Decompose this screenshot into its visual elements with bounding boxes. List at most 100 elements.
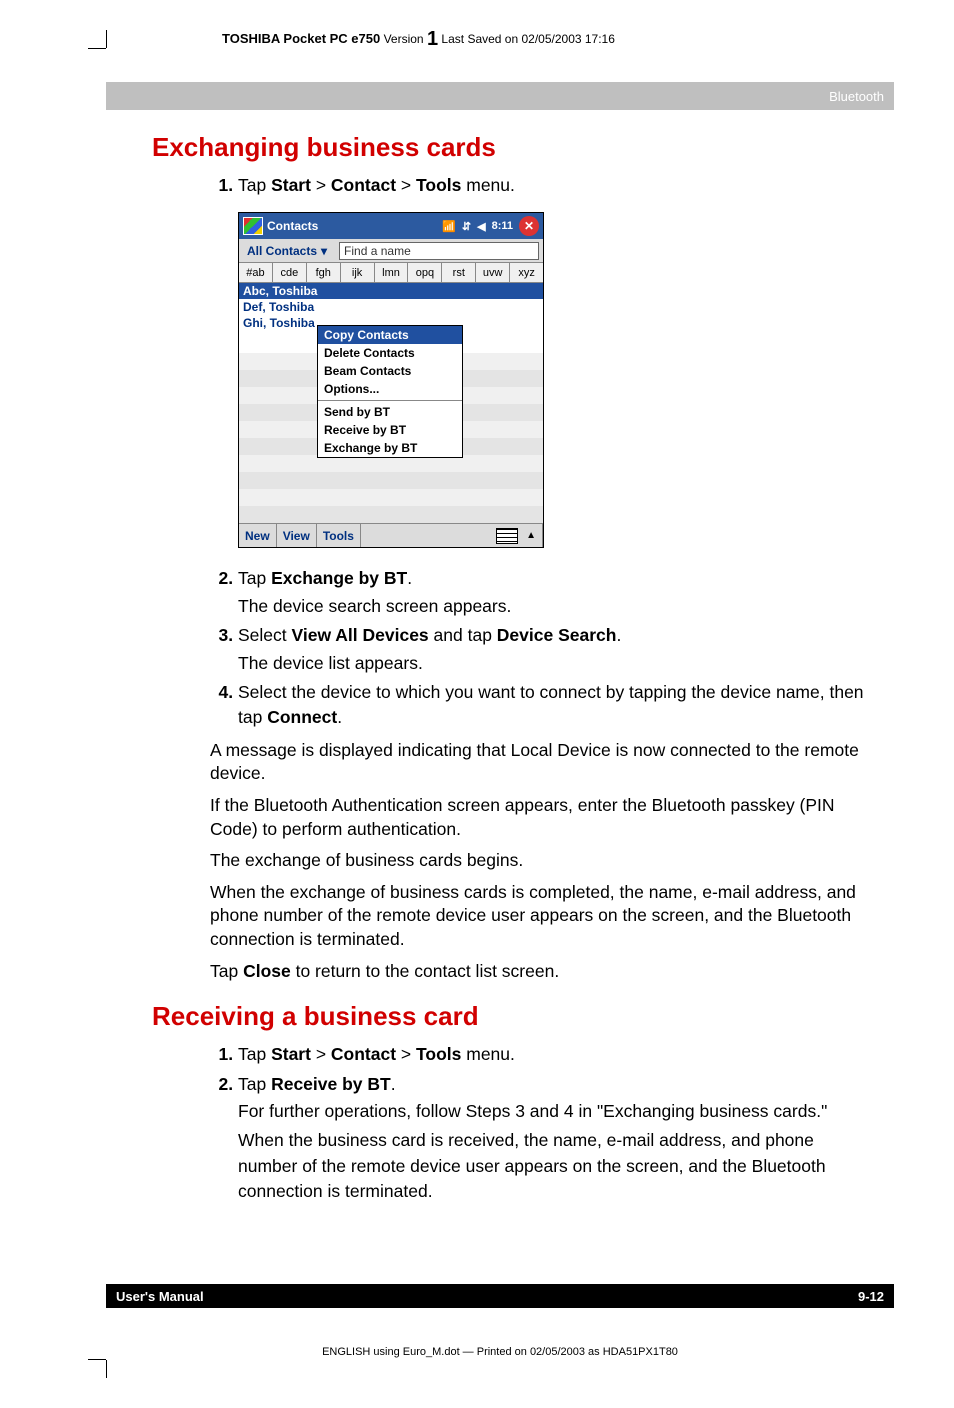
step-sub: The device list appears. (238, 651, 876, 676)
menu-item[interactable]: Receive by BT (318, 421, 462, 439)
menu-item-selected[interactable]: Copy Contacts (318, 326, 462, 344)
saved-timestamp: Last Saved on 02/05/2003 17:16 (441, 32, 614, 46)
menu-item[interactable]: Exchange by BT (318, 439, 462, 457)
text: Tap (238, 568, 271, 588)
crop-mark (88, 1359, 106, 1360)
text: menu. (461, 1044, 515, 1064)
chevron-down-icon: ▾ (321, 244, 327, 258)
embedded-screenshot: Contacts 📶 ⇵ ◀ 8:11 ✕ All Contacts ▾ Fin… (238, 212, 544, 548)
text: > (311, 175, 331, 195)
bold-text: Device Search (497, 625, 617, 645)
text: . (391, 1074, 396, 1094)
tools-menu: Copy Contacts Delete Contacts Beam Conta… (317, 325, 463, 458)
bold-text: Start (271, 1044, 311, 1064)
alpha-tab[interactable]: xyz (510, 263, 543, 282)
alpha-tab[interactable]: ijk (341, 263, 375, 282)
steps-list: Tap Start > Contact > Tools menu. Tap Re… (210, 1042, 876, 1204)
print-info: ENGLISH using Euro_M.dot — Printed on 02… (106, 1346, 894, 1358)
footer-right: 9-12 (858, 1289, 884, 1304)
clock-time: 8:11 (492, 220, 513, 232)
bold-text: Start (271, 175, 311, 195)
version-number: 1 (427, 28, 438, 50)
text: Tap (238, 1074, 271, 1094)
arrow-up-icon[interactable]: ▲ (520, 524, 543, 547)
softkey-tools[interactable]: Tools (317, 524, 361, 547)
text: > (396, 1044, 416, 1064)
paragraph: The exchange of business cards begins. (210, 849, 876, 873)
softkey-new[interactable]: New (239, 524, 277, 547)
text: Tap (210, 961, 243, 981)
chapter-label: Bluetooth (829, 89, 884, 104)
find-name-input[interactable]: Find a name (339, 242, 539, 260)
ss-status-icons: 📶 ⇵ ◀ 8:11 (442, 220, 513, 233)
text: Tap (238, 1044, 271, 1064)
text: > (396, 175, 416, 195)
alpha-tab[interactable]: cde (273, 263, 307, 282)
step-sub: For further operations, follow Steps 3 a… (238, 1099, 876, 1124)
steps-list: Tap Exchange by BT. The device search sc… (210, 566, 876, 730)
softkey-view[interactable]: View (277, 524, 317, 547)
step-item: Select View All Devices and tap Device S… (238, 623, 876, 676)
ss-toolbar: All Contacts ▾ Find a name (239, 239, 543, 263)
step-item: Select the device to which you want to c… (238, 680, 876, 731)
step-item: Tap Start > Contact > Tools menu. (238, 173, 876, 198)
product-name: TOSHIBA Pocket PC e750 (222, 31, 380, 46)
text: and tap (429, 625, 497, 645)
bold-text: Close (243, 961, 291, 981)
bold-text: Tools (416, 1044, 461, 1064)
section-heading: Exchanging business cards (152, 132, 876, 163)
bold-text: Contact (331, 175, 396, 195)
spacer (361, 524, 496, 547)
content-area: Exchanging business cards Tap Start > Co… (152, 132, 876, 1209)
paragraph: When the exchange of business cards is c… (210, 881, 876, 952)
menu-item[interactable]: Options... (318, 380, 462, 398)
speaker-icon: ◀ (477, 220, 485, 233)
text: menu. (461, 175, 515, 195)
menu-item[interactable]: Delete Contacts (318, 344, 462, 362)
text: Tap (238, 175, 271, 195)
step-item: Tap Start > Contact > Tools menu. (238, 1042, 876, 1067)
text: > (311, 1044, 331, 1064)
sync-icon: ⇵ (462, 220, 471, 233)
close-icon[interactable]: ✕ (519, 216, 539, 236)
chapter-bar: Bluetooth (106, 82, 894, 110)
alpha-tab[interactable]: #ab (239, 263, 273, 282)
keyboard-icon[interactable] (496, 528, 518, 544)
bold-text: View All Devices (292, 625, 429, 645)
text: . (337, 707, 342, 727)
step-item: Tap Receive by BT. For further operation… (238, 1072, 876, 1205)
list-background: Copy Contacts Delete Contacts Beam Conta… (239, 353, 543, 523)
alpha-tab[interactable]: lmn (375, 263, 409, 282)
crop-mark (106, 1360, 107, 1378)
page-header: TOSHIBA Pocket PC e750 Version 1 Last Sa… (106, 28, 894, 51)
paragraph: A message is displayed indicating that L… (210, 739, 876, 786)
bold-text: Exchange by BT (271, 568, 407, 588)
text: Select (238, 625, 292, 645)
menu-item[interactable]: Beam Contacts (318, 362, 462, 380)
ss-app-title: Contacts (267, 219, 442, 233)
bold-text: Contact (331, 1044, 396, 1064)
alpha-tab[interactable]: fgh (307, 263, 341, 282)
list-item[interactable]: Def, Toshiba (239, 299, 543, 315)
text: to return to the contact list screen. (291, 961, 559, 981)
step-item: Tap Exchange by BT. The device search sc… (238, 566, 876, 619)
text: . (616, 625, 621, 645)
start-flag-icon[interactable] (243, 217, 263, 235)
placeholder-text: Find a name (344, 244, 411, 258)
all-contacts-dropdown[interactable]: All Contacts ▾ (239, 244, 335, 258)
list-item[interactable]: Abc, Toshiba (239, 283, 543, 299)
alpha-tab[interactable]: uvw (476, 263, 510, 282)
alpha-tab[interactable]: opq (408, 263, 442, 282)
menu-item[interactable]: Send by BT (318, 403, 462, 421)
bold-text: Tools (416, 175, 461, 195)
bold-text: Connect (267, 707, 337, 727)
bold-text: Receive by BT (271, 1074, 391, 1094)
footer-left: User's Manual (116, 1289, 204, 1304)
ss-titlebar: Contacts 📶 ⇵ ◀ 8:11 ✕ (239, 213, 543, 239)
crop-mark (88, 48, 106, 49)
signal-icon: 📶 (442, 220, 456, 233)
step-sub: The device search screen appears. (238, 594, 876, 619)
alpha-tab[interactable]: rst (442, 263, 476, 282)
menu-divider (318, 400, 462, 401)
steps-list: Tap Start > Contact > Tools menu. (210, 173, 876, 198)
